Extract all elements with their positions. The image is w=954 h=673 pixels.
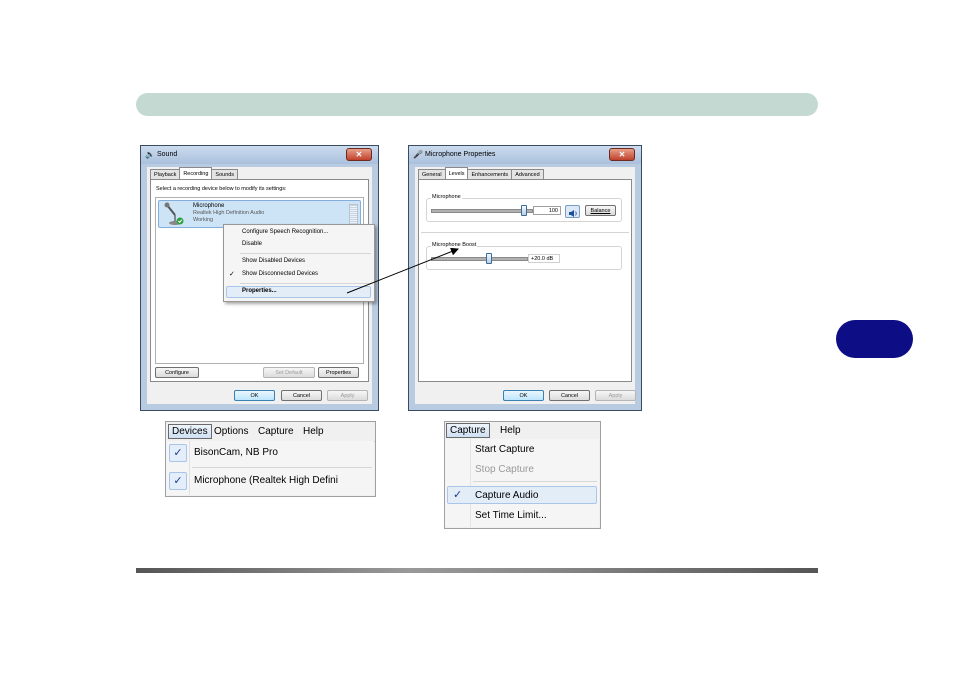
sound-apply-button[interactable]: Apply (327, 390, 368, 401)
menu-help[interactable]: Help (300, 424, 327, 439)
check-icon: ✓ (453, 489, 463, 501)
speaker-icon[interactable] (565, 205, 580, 218)
menu-capture-open[interactable]: Capture (446, 423, 490, 438)
menu-show-disabled[interactable]: Show Disabled Devices (242, 258, 305, 264)
check-icon: ✓ (229, 271, 235, 278)
menu-devices[interactable]: Devices (168, 424, 212, 439)
capture-item-start[interactable]: Start Capture (475, 444, 534, 455)
mic-ok-button[interactable]: OK (503, 390, 544, 401)
tab-enhancements[interactable]: Enhancements (467, 169, 513, 179)
set-default-button[interactable]: Set Default (263, 367, 315, 378)
capture-menubar: Capture Help (445, 422, 600, 439)
capture-menu-screenshot: Capture Help Start Capture Stop Capture … (444, 421, 601, 529)
chapter-side-tab (836, 320, 913, 358)
menu-separator (240, 253, 371, 254)
boost-label: Microphone Boost (431, 242, 478, 248)
microphone-title-icon: 🎤 (413, 150, 423, 159)
menu-disable[interactable]: Disable (242, 241, 262, 247)
sound-window-titlebar[interactable]: 🔈 Sound ✕ (141, 146, 378, 164)
configure-button[interactable]: Configure (155, 367, 199, 378)
capture-item-audio[interactable]: Capture Audio (475, 490, 538, 501)
tab-recording[interactable]: Recording (179, 167, 213, 179)
mic-apply-button[interactable]: Apply (595, 390, 636, 401)
check-icon: ✓ (169, 444, 187, 462)
group-divider (421, 232, 629, 233)
header-bar (136, 93, 818, 116)
device-status: Working (193, 217, 214, 223)
sound-cancel-button[interactable]: Cancel (281, 390, 322, 401)
mic-close-button[interactable]: ✕ (609, 148, 635, 161)
microphone-icon (164, 202, 184, 225)
menu-options[interactable]: Options (211, 424, 251, 439)
device-name: Microphone (193, 203, 225, 209)
sound-window-title: Sound (157, 151, 178, 158)
tab-playback[interactable]: Playback (150, 169, 181, 179)
sound-tabs: Playback Recording Sounds (150, 167, 239, 179)
device-context-menu: Configure Speech Recognition... Disable … (223, 224, 375, 302)
mic-cancel-button[interactable]: Cancel (549, 390, 590, 401)
menu-properties[interactable]: Properties... (242, 288, 277, 294)
dropdown-gutter-line (189, 441, 190, 495)
properties-button[interactable]: Properties (318, 367, 359, 378)
sound-close-button[interactable]: ✕ (346, 148, 372, 161)
microphone-slider-thumb[interactable] (521, 205, 527, 216)
boost-slider-thumb[interactable] (486, 253, 492, 264)
dropdown-separator (192, 467, 372, 468)
microphone-slider-track[interactable] (431, 209, 533, 213)
sound-ok-button[interactable]: OK (234, 390, 275, 401)
mic-window-client: General Levels Enhancements Advanced Mic… (415, 167, 636, 404)
dropdown-separator (473, 481, 597, 482)
balance-button[interactable]: Balance (585, 205, 616, 216)
mic-window-titlebar[interactable]: 🎤 Microphone Properties ✕ (409, 146, 641, 164)
boost-value: +20.0 dB (528, 254, 560, 263)
devices-menu-screenshot: Devices Options Capture Help ✓ BisonCam,… (165, 421, 376, 497)
devices-menubar: Devices Options Capture Help (166, 422, 375, 442)
dropdown-gutter-line (470, 439, 471, 527)
menu-help[interactable]: Help (497, 423, 524, 438)
tab-general[interactable]: General (418, 169, 446, 179)
capture-item-time-limit[interactable]: Set Time Limit... (475, 510, 547, 521)
menu-configure-speech[interactable]: Configure Speech Recognition... (242, 229, 328, 235)
devices-dropdown: ✓ BisonCam, NB Pro ✓ Microphone (Realtek… (166, 441, 374, 495)
menu-show-disconnected[interactable]: Show Disconnected Devices (242, 271, 318, 277)
tab-sounds[interactable]: Sounds (211, 169, 239, 179)
levels-panel: Microphone 100 Balance Microphone Boost … (418, 179, 632, 382)
speaker-title-icon: 🔈 (145, 150, 155, 159)
mic-window-title: Microphone Properties (425, 151, 496, 158)
capture-item-stop[interactable]: Stop Capture (475, 464, 534, 475)
capture-dropdown: Start Capture Stop Capture ✓ Capture Aud… (445, 439, 599, 527)
boost-slider-track[interactable] (431, 257, 528, 261)
mic-properties-window: 🎤 Microphone Properties ✕ General Levels… (408, 145, 642, 411)
microphone-label: Microphone (431, 194, 462, 200)
tab-advanced[interactable]: Advanced (511, 169, 544, 179)
device-item-microphone[interactable]: Microphone (Realtek High Defini (194, 475, 338, 486)
footer-rule (136, 568, 818, 573)
mic-tabs: General Levels Enhancements Advanced (418, 167, 544, 179)
microphone-value[interactable]: 100 (533, 206, 561, 215)
menu-capture[interactable]: Capture (255, 424, 297, 439)
tab-levels[interactable]: Levels (444, 167, 469, 179)
device-description: Realtek High Definition Audio (193, 210, 265, 216)
level-meter (349, 204, 358, 226)
recording-instruction: Select a recording device below to modif… (156, 186, 287, 192)
device-item-bisoncam[interactable]: BisonCam, NB Pro (194, 447, 278, 458)
check-icon: ✓ (169, 472, 187, 490)
menu-separator (240, 283, 371, 284)
